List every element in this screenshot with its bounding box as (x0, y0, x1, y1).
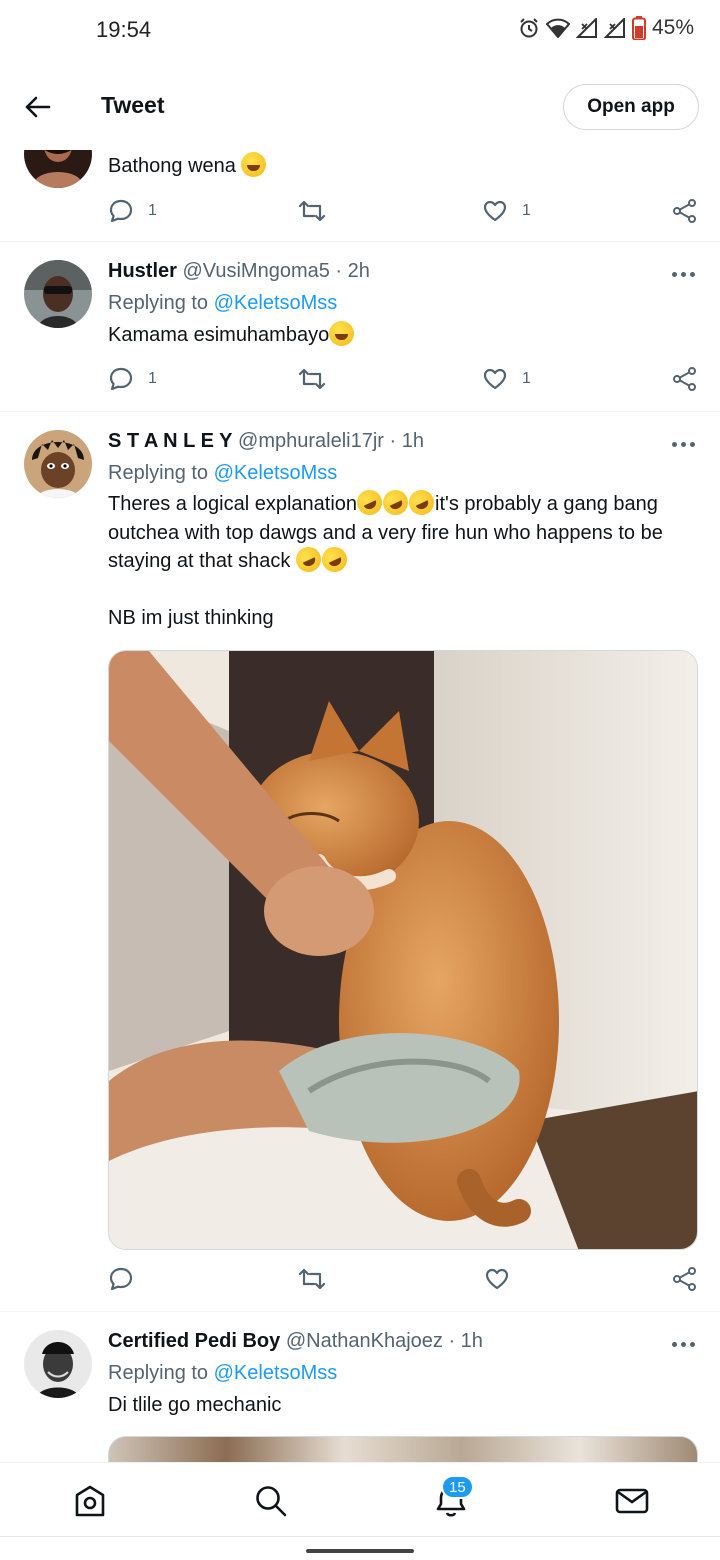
share-icon (673, 1267, 696, 1291)
tweet-actions: 1 1 (108, 366, 698, 396)
mention-link[interactable]: @KeletsoMss (214, 462, 338, 484)
wifi-icon (545, 18, 570, 38)
tweet-actions: 1 1 (108, 198, 698, 228)
open-app-button[interactable]: Open app (563, 84, 699, 130)
tweet-text: Di tlile go mechanic (108, 1394, 282, 1416)
more-options-icon[interactable] (672, 442, 696, 448)
home-icon[interactable] (72, 1483, 108, 1519)
tweet-text: Theres a logical explanation it's probabl… (108, 485, 698, 577)
like-count: 1 (522, 202, 531, 219)
author-name[interactable]: Hustler (108, 260, 177, 282)
tweet-3[interactable]: Certified Pedi Boy @NathanKhajoez · 1h R… (0, 1312, 720, 1462)
replying-to: Replying to @KeletsoMss (108, 292, 338, 314)
author-handle[interactable]: @NathanKhajoez · 1h (286, 1330, 483, 1352)
retweet-icon (298, 368, 326, 390)
search-icon[interactable] (253, 1483, 289, 1519)
author-name[interactable]: Certified Pedi Boy (108, 1330, 280, 1352)
status-bar: 19:54 45% (0, 0, 720, 60)
notifications-badge: 15 (441, 1475, 474, 1499)
retweet-icon (298, 200, 326, 222)
reply-count: 1 (148, 202, 157, 219)
heart-icon (483, 200, 507, 222)
replying-to: Replying to @KeletsoMss (108, 462, 338, 484)
tweet-text-2: NB im just thinking (108, 607, 274, 629)
more-options-icon[interactable] (672, 272, 696, 278)
like-button[interactable]: 1 (482, 366, 531, 392)
share-button[interactable] (672, 366, 698, 392)
rofl-emoji (404, 485, 439, 520)
rofl-emoji (291, 542, 326, 577)
reply-icon (109, 367, 133, 391)
tweet-0[interactable]: Bathong wena 1 1 (0, 120, 720, 242)
alarm-icon (520, 18, 538, 38)
share-button[interactable] (672, 1266, 698, 1292)
avatar[interactable] (24, 260, 92, 328)
avatar[interactable] (24, 430, 92, 498)
rofl-emoji (378, 485, 413, 520)
joy-emoji (329, 321, 355, 346)
page-title: Tweet (101, 92, 165, 118)
tweet-1[interactable]: Hustler @VusiMngoma5 · 2h Replying to @K… (0, 242, 720, 412)
share-icon (673, 199, 696, 223)
tweet-header: S T A N L E Y @mphuraleli17jr · 1h (108, 430, 424, 453)
replying-to: Replying to @KeletsoMss (108, 1362, 338, 1384)
like-count: 1 (522, 370, 531, 387)
reply-icon (109, 1267, 133, 1291)
retweet-button[interactable] (298, 198, 326, 224)
top-app-bar: Tweet Open app (0, 60, 720, 150)
messages-envelope-icon[interactable] (614, 1483, 650, 1519)
mention-link[interactable]: @KeletsoMss (214, 292, 338, 314)
retweet-button[interactable] (298, 366, 326, 392)
back-arrow-icon[interactable] (22, 92, 52, 122)
more-options-icon[interactable] (672, 1342, 696, 1348)
reply-button[interactable]: 1 (108, 198, 157, 224)
battery-percent: 45% (651, 16, 694, 39)
bottom-navigation: 15 (0, 1462, 720, 1536)
tweet-text: Bathong wena (108, 152, 698, 181)
heart-icon (485, 1268, 509, 1290)
heart-icon (483, 368, 507, 390)
tweet-header: Hustler @VusiMngoma5 · 2h (108, 260, 370, 283)
author-name[interactable]: S T A N L E Y (108, 430, 232, 452)
avatar[interactable] (24, 1330, 92, 1398)
battery-icon (631, 16, 646, 40)
tweet-actions (108, 1266, 698, 1296)
home-gesture-pill[interactable] (306, 1549, 414, 1553)
status-icons: 45% (518, 16, 694, 40)
signal-icon (575, 18, 597, 38)
author-handle[interactable]: @mphuraleli17jr · 1h (238, 430, 424, 452)
rofl-emoji (352, 485, 387, 520)
tweet-image[interactable] (108, 650, 698, 1250)
tweet-text: Kamama esimuhambayo (108, 321, 698, 350)
gesture-navigation-bar (0, 1536, 720, 1560)
tweet-image-partial[interactable] (108, 1436, 698, 1462)
status-time: 19:54 (96, 17, 152, 42)
sweat-smile-emoji (241, 152, 267, 177)
share-icon (673, 367, 696, 391)
reply-icon (109, 199, 133, 223)
rofl-emoji (317, 542, 352, 577)
reply-button[interactable] (108, 1266, 134, 1292)
reply-count: 1 (148, 370, 157, 387)
like-button[interactable] (484, 1266, 510, 1292)
reply-button[interactable]: 1 (108, 366, 157, 392)
author-handle[interactable]: @VusiMngoma5 · 2h (182, 260, 369, 282)
tweet-2[interactable]: S T A N L E Y @mphuraleli17jr · 1h Reply… (0, 412, 720, 1312)
retweet-icon (298, 1268, 326, 1290)
share-button[interactable] (672, 198, 698, 224)
retweet-button[interactable] (298, 1266, 326, 1292)
signal-icon-2 (603, 18, 625, 38)
mention-link[interactable]: @KeletsoMss (214, 1362, 338, 1384)
cat-photo (109, 651, 697, 1249)
tweet-header: Certified Pedi Boy @NathanKhajoez · 1h (108, 1330, 483, 1353)
like-button[interactable]: 1 (482, 198, 531, 224)
